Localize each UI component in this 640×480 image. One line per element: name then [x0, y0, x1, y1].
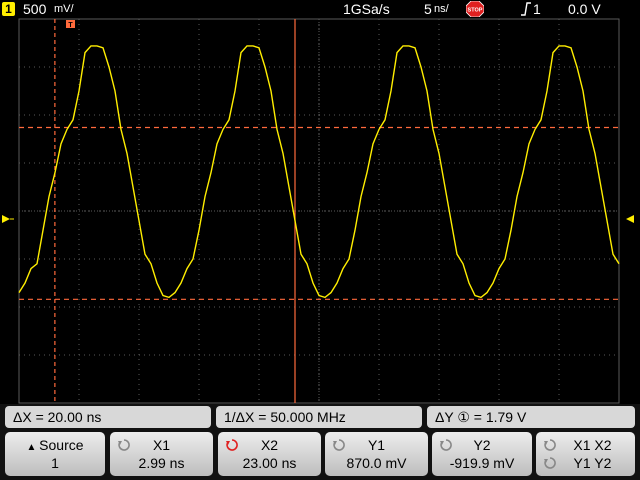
- source-value: 1: [51, 455, 59, 471]
- channel1-ground-icon: [2, 215, 14, 223]
- y2-value: -919.9 mV: [449, 455, 515, 471]
- x2-label: X2: [260, 437, 279, 453]
- trigger-source: 1: [533, 1, 541, 17]
- channel-badge[interactable]: 1: [2, 2, 15, 16]
- rising-edge-trigger-icon: [521, 2, 531, 16]
- stop-icon[interactable]: STOP: [466, 1, 484, 17]
- vertical-unit: mV/: [54, 3, 74, 15]
- x2-value: 23.00 ns: [242, 455, 297, 471]
- sample-rate: 1GSa/s: [343, 1, 390, 17]
- y2-label: Y2: [473, 437, 491, 453]
- x1-value: 2.99 ns: [138, 455, 185, 471]
- waveform-display[interactable]: T: [0, 18, 640, 404]
- trigger-level-arrow-icon: [626, 215, 634, 223]
- softkey-y1[interactable]: Y1 870.0 mV: [325, 432, 428, 476]
- x1-label: X1: [152, 437, 171, 453]
- softkey-x1x2-y1y2[interactable]: X1 X2 Y1 Y2: [536, 432, 635, 476]
- softkey-source[interactable]: ▲ Source 1: [5, 432, 105, 476]
- trigger-marker-icon: T: [66, 20, 75, 29]
- inverse-delta-x-readout: 1/ΔX = 50.000 MHz: [216, 406, 422, 428]
- y1-value: 870.0 mV: [346, 455, 407, 471]
- status-bar: 1 500 mV/ 1GSa/s 5 ns/ STOP 1 0.0 V: [0, 0, 640, 18]
- run-state-label: STOP: [468, 8, 483, 14]
- timebase: 5: [424, 1, 432, 17]
- softkey-x1[interactable]: X1 2.99 ns: [110, 432, 213, 476]
- vertical-scale: 500: [23, 1, 47, 17]
- graticule: [18, 18, 620, 404]
- svg-text:T: T: [68, 22, 73, 29]
- delta-x-readout: ΔX = 20.00 ns: [5, 406, 211, 428]
- y1-label: Y1: [367, 437, 386, 453]
- timebase-unit: ns/: [434, 3, 449, 15]
- up-triangle-icon: ▲: [26, 442, 40, 453]
- softkey-x2[interactable]: X2 23.00 ns: [218, 432, 321, 476]
- x1x2-label: X1 X2: [573, 437, 612, 453]
- y1y2-label: Y1 Y2: [573, 455, 612, 471]
- trigger-level: 0.0 V: [568, 1, 601, 17]
- softkey-y2[interactable]: Y2 -919.9 mV: [432, 432, 532, 476]
- delta-y-readout: ΔY ① = 1.79 V: [427, 406, 635, 428]
